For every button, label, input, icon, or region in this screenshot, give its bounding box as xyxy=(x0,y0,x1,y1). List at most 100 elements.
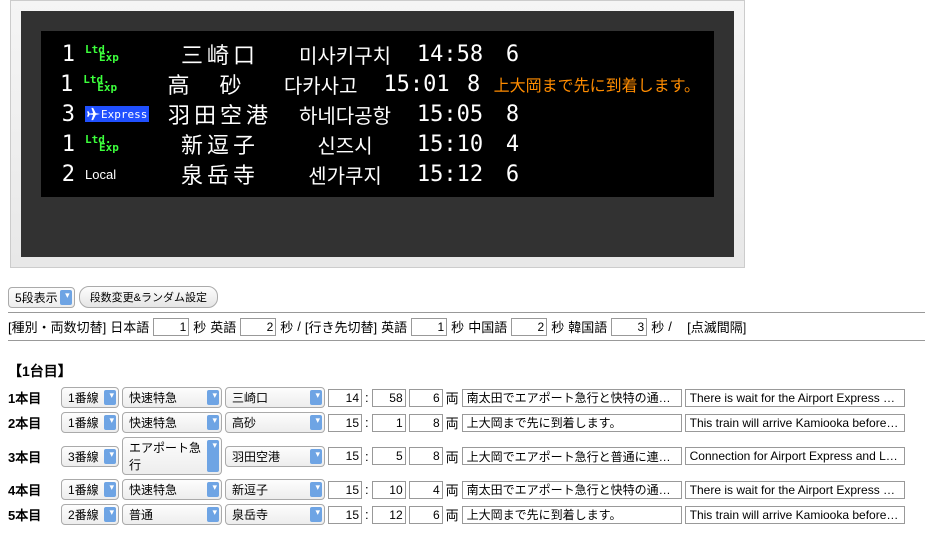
controls-row-1: 5段表示 段数変更&ランダム設定 xyxy=(8,286,925,313)
sec-label: 秒 xyxy=(193,317,206,336)
dest-en-label: 英語 xyxy=(381,317,407,336)
sec-label: 秒 xyxy=(280,317,293,336)
destination-kr: 하네다공항 xyxy=(285,100,405,129)
minute-input[interactable] xyxy=(372,506,406,524)
cars-suffix: 両 xyxy=(446,447,459,466)
hour-input[interactable] xyxy=(328,481,362,499)
message-jp-input[interactable] xyxy=(462,481,682,499)
random-settings-button[interactable]: 段数変更&ランダム設定 xyxy=(79,286,218,308)
hour-input[interactable] xyxy=(328,447,362,465)
train-type-select[interactable]: エアポート急行 xyxy=(122,437,222,475)
destination-jp: 三崎口 xyxy=(155,38,285,70)
track-number: 1 xyxy=(55,132,85,157)
destination-jp: 泉岳寺 xyxy=(155,158,285,190)
dest-kr-seconds-input[interactable] xyxy=(611,318,647,336)
board-row: 3Express羽田空港하네다공항15:058 xyxy=(55,99,700,129)
row-count-select[interactable]: 5段表示 xyxy=(8,287,75,308)
car-count: 6 xyxy=(495,162,530,187)
destination-select[interactable]: 新逗子 xyxy=(225,479,325,500)
hour-input[interactable] xyxy=(328,506,362,524)
cars-input[interactable] xyxy=(409,481,443,499)
cars-suffix: 両 xyxy=(446,388,459,407)
entry-table: 1本目1番線快速特急三崎口:両2本目1番線快速特急高砂:両3本目3番線エアポート… xyxy=(8,385,925,527)
track-number: 1 xyxy=(55,72,83,97)
time-colon: : xyxy=(365,415,369,430)
minute-input[interactable] xyxy=(372,447,406,465)
train-type-select[interactable]: 快速特急 xyxy=(122,412,222,433)
slash: / xyxy=(668,319,672,334)
car-count: 8 xyxy=(458,72,490,97)
dest-cn-seconds-input[interactable] xyxy=(511,318,547,336)
track-number: 3 xyxy=(55,102,85,127)
message-jp-input[interactable] xyxy=(462,506,682,524)
cars-input[interactable] xyxy=(409,414,443,432)
message-jp-input[interactable] xyxy=(462,389,682,407)
cars-input[interactable] xyxy=(409,389,443,407)
hour-input[interactable] xyxy=(328,389,362,407)
departure-time: 15:05 xyxy=(405,102,495,127)
type-switch-label: [種別・両数切替] xyxy=(8,317,106,336)
time-colon: : xyxy=(365,449,369,464)
destination-select[interactable]: 高砂 xyxy=(225,412,325,433)
track-select[interactable]: 1番線 xyxy=(61,479,119,500)
destination-select[interactable]: 泉岳寺 xyxy=(225,504,325,525)
track-select[interactable]: 1番線 xyxy=(61,412,119,433)
train-type-select[interactable]: 快速特急 xyxy=(122,387,222,408)
entry-row-label: 5本目 xyxy=(8,505,58,524)
message-en-input[interactable] xyxy=(685,447,905,465)
minute-input[interactable] xyxy=(372,389,406,407)
airplane-icon xyxy=(87,107,101,121)
message-en-input[interactable] xyxy=(685,506,905,524)
sec-label: 秒 xyxy=(451,317,464,336)
minute-input[interactable] xyxy=(372,481,406,499)
car-count: 8 xyxy=(495,102,530,127)
scroll-message: 上大岡まで先に到着します。 xyxy=(490,72,700,96)
dest-en-seconds-input[interactable] xyxy=(411,318,447,336)
track-select[interactable]: 3番線 xyxy=(61,446,119,467)
train-type-ltd-exp-badge: Ltd.Exp xyxy=(85,45,119,63)
entry-row: 3本目3番線エアポート急行羽田空港:両 xyxy=(8,435,925,477)
train-type-local-badge: Local xyxy=(85,167,116,182)
destination-kr: 센가쿠지 xyxy=(285,160,405,189)
board-row: 2Local泉岳寺센가쿠지15:126 xyxy=(55,159,700,189)
message-jp-input[interactable] xyxy=(462,447,682,465)
destination-select[interactable]: 三崎口 xyxy=(225,387,325,408)
lang-jp-seconds-input[interactable] xyxy=(153,318,189,336)
blink-interval-label: [点滅間隔] xyxy=(687,317,746,336)
board-row: 1Ltd.Exp新逗子신즈시15:104 xyxy=(55,129,700,159)
entry-row-label: 2本目 xyxy=(8,413,58,432)
train-type-select[interactable]: 普通 xyxy=(122,504,222,525)
track-select[interactable]: 1番線 xyxy=(61,387,119,408)
cars-suffix: 両 xyxy=(446,480,459,499)
time-colon: : xyxy=(365,482,369,497)
departure-time: 15:12 xyxy=(405,162,495,187)
time-colon: : xyxy=(365,507,369,522)
destination-kr: 미사키구치 xyxy=(285,40,405,69)
track-select[interactable]: 2番線 xyxy=(61,504,119,525)
display-board: 1Ltd.Exp三崎口미사키구치14:5861Ltd.Exp高 砂다카사고15:… xyxy=(41,31,714,197)
departure-time: 15:10 xyxy=(405,132,495,157)
minute-input[interactable] xyxy=(372,414,406,432)
sec-label: 秒 xyxy=(551,317,564,336)
cars-input[interactable] xyxy=(409,447,443,465)
train-type-ltd-exp-badge: Ltd.Exp xyxy=(85,135,119,153)
cars-input[interactable] xyxy=(409,506,443,524)
departure-time: 15:01 xyxy=(375,72,457,97)
message-en-input[interactable] xyxy=(685,481,905,499)
dest-switch-label: [行き先切替] xyxy=(305,317,377,336)
destination-jp: 新逗子 xyxy=(155,128,285,160)
lang-en-seconds-input[interactable] xyxy=(240,318,276,336)
cars-suffix: 両 xyxy=(446,413,459,432)
message-en-input[interactable] xyxy=(685,414,905,432)
destination-select[interactable]: 羽田空港 xyxy=(225,446,325,467)
slash: / xyxy=(297,319,301,334)
entry-row: 2本目1番線快速特急高砂: 両 xyxy=(8,410,925,435)
hour-input[interactable] xyxy=(328,414,362,432)
board-row: 1Ltd.Exp高 砂다카사고15:018上大岡まで先に到着します。 xyxy=(55,69,700,99)
message-en-input[interactable] xyxy=(685,389,905,407)
controls-panel: 5段表示 段数変更&ランダム設定 [種別・両数切替] 日本語 秒 英語 秒 / … xyxy=(0,282,933,531)
message-jp-input[interactable] xyxy=(462,414,682,432)
section-1-title: 【1台目】 xyxy=(8,361,925,381)
board-row: 1Ltd.Exp三崎口미사키구치14:586 xyxy=(55,39,700,69)
train-type-select[interactable]: 快速特急 xyxy=(122,479,222,500)
